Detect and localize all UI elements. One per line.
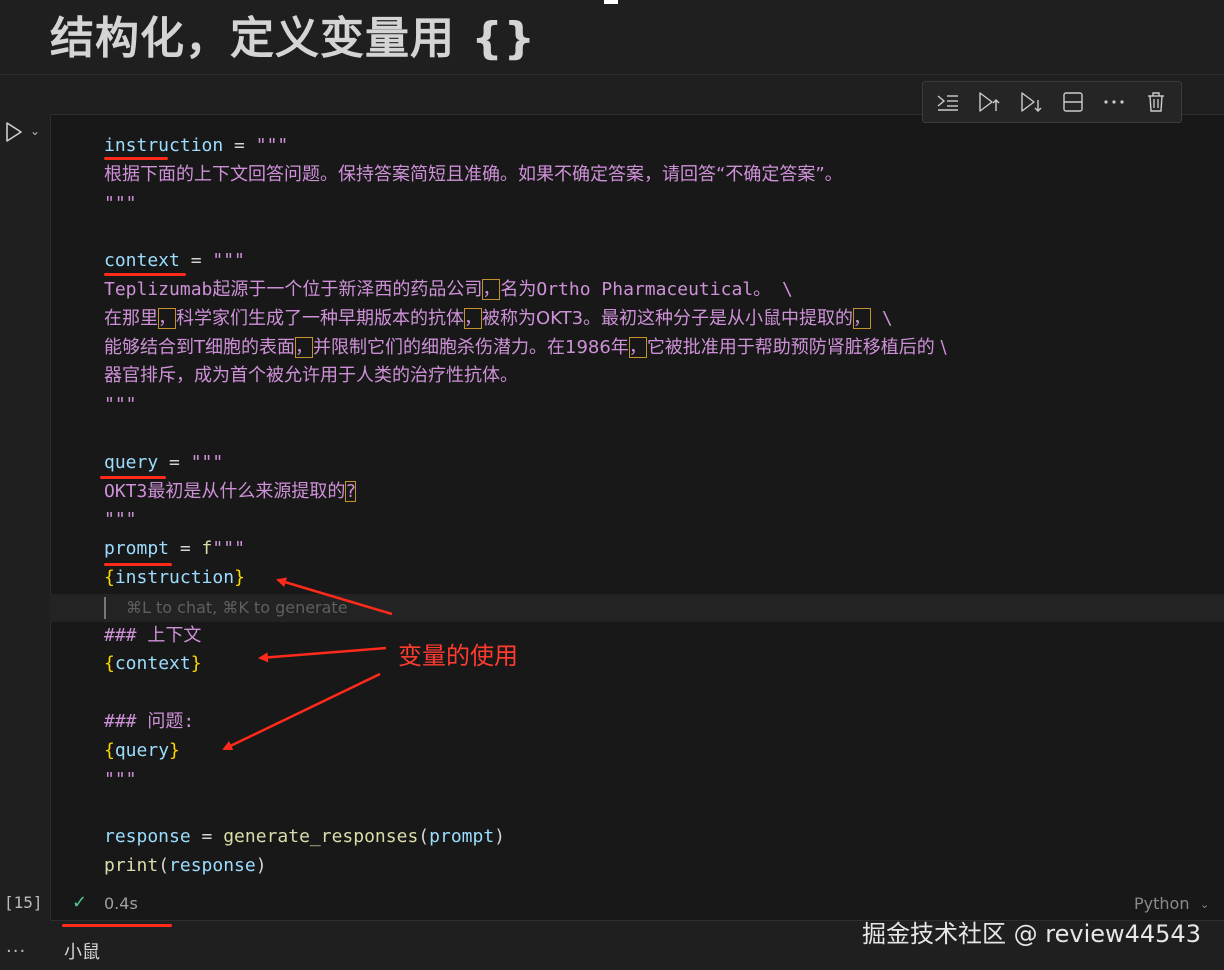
arrow-to-instruction [276, 577, 393, 616]
arrow-to-context [258, 646, 387, 663]
annotation-label: 变量的使用 [398, 642, 518, 670]
arrow-to-query [222, 672, 381, 751]
annotation-arrows [222, 577, 393, 751]
